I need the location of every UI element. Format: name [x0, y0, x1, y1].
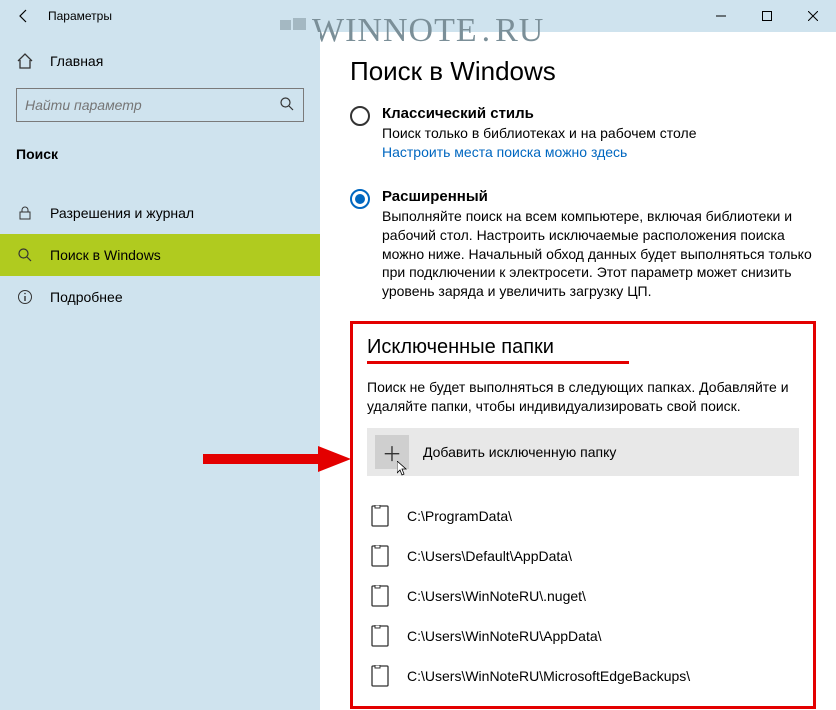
folder-icon	[371, 545, 389, 567]
close-button[interactable]	[790, 0, 836, 32]
add-excluded-folder-button[interactable]: ＋ Добавить исключенную папку	[367, 428, 799, 476]
nav-item-more[interactable]: Подробнее	[0, 276, 320, 318]
lock-icon	[16, 204, 34, 222]
radio-advanced-label: Расширенный	[382, 188, 816, 205]
folder-path: C:\Users\WinNoteRU\MicrosoftEdgeBackups\	[407, 668, 690, 684]
folder-item[interactable]: C:\Users\Default\AppData\	[367, 536, 799, 576]
maximize-button[interactable]	[744, 0, 790, 32]
nav-label: Разрешения и журнал	[50, 205, 194, 221]
radio-classic-desc: Поиск только в библиотеках и на рабочем …	[382, 124, 816, 162]
minimize-button[interactable]	[698, 0, 744, 32]
folder-item[interactable]: C:\Users\WinNoteRU\.nuget\	[367, 576, 799, 616]
folder-icon	[371, 625, 389, 647]
sidebar-section-label: Поиск	[0, 138, 320, 174]
excluded-desc: Поиск не будет выполняться в следующих п…	[367, 378, 799, 416]
nav-list: Разрешения и журнал Поиск в Windows Подр…	[0, 192, 320, 318]
back-button[interactable]	[0, 0, 48, 32]
radio-advanced-desc: Выполняйте поиск на всем компьютере, вкл…	[382, 207, 816, 301]
excluded-heading: Исключенные папки	[367, 336, 799, 359]
add-folder-label: Добавить исключенную папку	[423, 444, 616, 460]
radio-icon	[350, 106, 370, 126]
heading-underline	[367, 361, 629, 364]
sidebar: Главная Поиск Разрешения и журнал Поиск …	[0, 32, 320, 710]
radio-icon-checked	[350, 189, 370, 209]
folder-icon	[371, 505, 389, 527]
folder-item[interactable]: C:\Users\WinNoteRU\MicrosoftEdgeBackups\	[367, 656, 799, 696]
nav-label: Поиск в Windows	[50, 247, 161, 263]
radio-classic-label: Классический стиль	[382, 105, 816, 122]
nav-item-permissions[interactable]: Разрешения и журнал	[0, 192, 320, 234]
plus-icon: ＋	[375, 435, 409, 469]
search-icon	[16, 246, 34, 264]
home-icon	[16, 52, 34, 70]
info-icon	[16, 288, 34, 306]
titlebar: Параметры	[0, 0, 836, 32]
folder-item[interactable]: C:\ProgramData\	[367, 496, 799, 536]
folder-path: C:\Users\Default\AppData\	[407, 548, 572, 564]
page-title: Поиск в Windows	[350, 56, 816, 87]
cursor-icon	[397, 461, 413, 477]
folder-path: C:\ProgramData\	[407, 508, 512, 524]
main-content: Поиск в Windows Классический стиль Поиск…	[320, 32, 836, 710]
window-controls	[698, 0, 836, 32]
search-input[interactable]	[25, 97, 279, 113]
folder-path: C:\Users\WinNoteRU\AppData\	[407, 628, 602, 644]
search-icon	[279, 96, 295, 115]
customize-link[interactable]: Настроить места поиска можно здесь	[382, 144, 627, 160]
excluded-folders-section: Исключенные папки Поиск не будет выполня…	[350, 321, 816, 709]
search-box[interactable]	[16, 88, 304, 122]
radio-advanced[interactable]: Расширенный Выполняйте поиск на всем ком…	[350, 188, 816, 301]
folder-item[interactable]: C:\Users\WinNoteRU\AppData\	[367, 616, 799, 656]
nav-item-windows-search[interactable]: Поиск в Windows	[0, 234, 320, 276]
arrow-left-icon	[16, 8, 32, 24]
radio-classic[interactable]: Классический стиль Поиск только в библио…	[350, 105, 816, 162]
folder-icon	[371, 665, 389, 687]
home-label: Главная	[50, 53, 103, 69]
window-title: Параметры	[48, 9, 112, 23]
nav-label: Подробнее	[50, 289, 123, 305]
home-button[interactable]: Главная	[0, 44, 320, 78]
folder-icon	[371, 585, 389, 607]
folder-list: C:\ProgramData\ C:\Users\Default\AppData\…	[367, 496, 799, 696]
folder-path: C:\Users\WinNoteRU\.nuget\	[407, 588, 586, 604]
